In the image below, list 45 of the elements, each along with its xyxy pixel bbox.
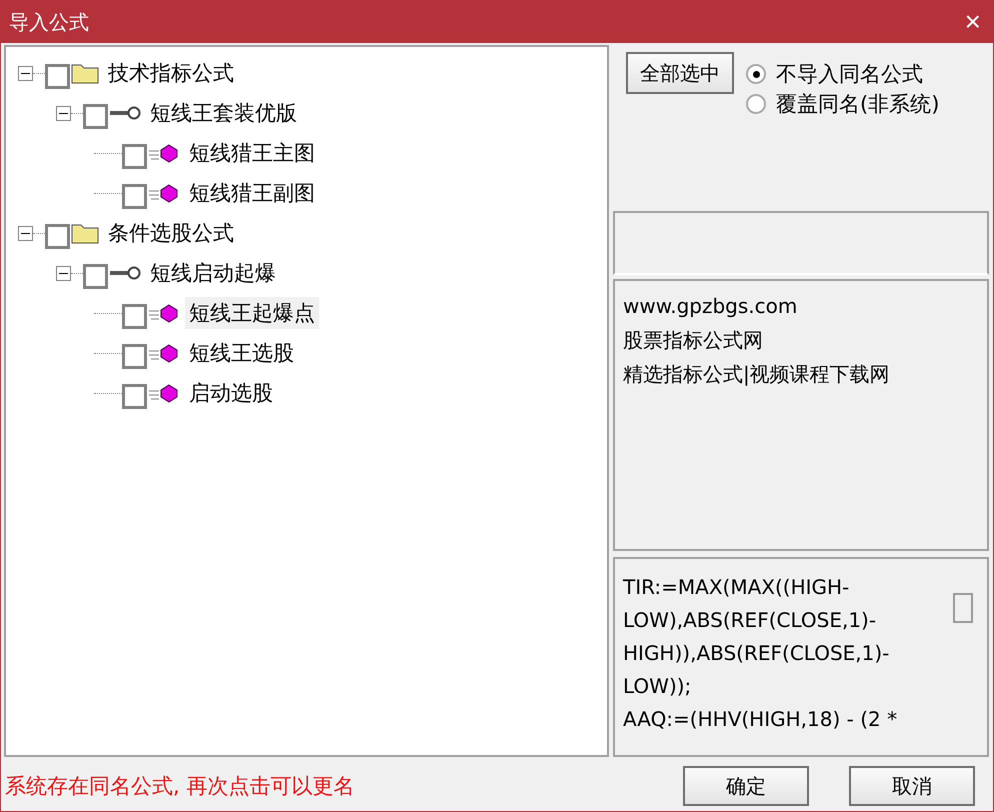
checkbox[interactable] (83, 104, 108, 128)
collapse-toggle[interactable] (56, 106, 71, 120)
tree-item[interactable]: 技术指标公式 (104, 57, 238, 89)
window-title: 导入公式 (9, 8, 89, 36)
description-line: 精选指标公式|视频课程下载网 (623, 361, 891, 388)
collapse-toggle[interactable] (18, 66, 33, 80)
formula-line: LOW),ABS(REF(CLOSE,1)- (623, 607, 878, 634)
folder-icon (70, 222, 100, 244)
tree-item[interactable]: 条件选股公式 (104, 217, 238, 249)
checkbox[interactable] (45, 64, 70, 88)
formula-line: LOW)); (623, 673, 692, 700)
collapse-toggle[interactable] (56, 266, 71, 280)
select-all-button[interactable]: 全部选中 (626, 52, 734, 94)
formula-line: TIR:=MAX(MAX((HIGH- (623, 574, 850, 601)
option-label: 不导入同名公式 (776, 61, 923, 88)
scroll-thumb[interactable] (953, 593, 973, 623)
radio-button[interactable] (746, 94, 766, 114)
tree-item[interactable]: 启动选股 (185, 377, 277, 409)
key-icon (108, 105, 142, 121)
folder-icon (70, 62, 100, 84)
formula-line: AAQ:=(HHV(HIGH,18) - (2 * (623, 706, 898, 733)
checkbox[interactable] (45, 224, 70, 248)
tree-item[interactable]: 短线猎王副图 (185, 177, 319, 209)
status-message: 系统存在同名公式, 再次点击可以更名 (5, 773, 354, 800)
collapse-toggle[interactable] (18, 226, 33, 240)
tree-item[interactable]: 短线王套装优版 (146, 97, 301, 129)
tree-item[interactable]: 短线猎王主图 (185, 137, 319, 169)
radio-button[interactable] (746, 64, 766, 84)
tree-item[interactable]: 短线王选股 (185, 337, 298, 369)
tree-item[interactable]: 短线启动起爆 (146, 257, 280, 289)
tree-item[interactable]: 短线王起爆点 (185, 297, 319, 329)
checkbox[interactable] (122, 384, 147, 408)
option-label: 覆盖同名(非系统) (776, 91, 940, 118)
checkbox[interactable] (122, 144, 147, 168)
checkbox[interactable] (122, 304, 147, 328)
close-button[interactable]: × (960, 8, 985, 36)
formula-line: HIGH)),ABS(REF(CLOSE,1)- (623, 640, 890, 667)
checkbox[interactable] (83, 264, 108, 288)
key-icon (108, 265, 142, 281)
dialog-button[interactable]: 取消 (849, 766, 975, 806)
description-line: www.gpzbgs.com (623, 293, 798, 320)
checkbox[interactable] (122, 344, 147, 368)
description-line: 股票指标公式网 (623, 327, 764, 354)
dialog-button[interactable]: 确定 (683, 766, 809, 806)
checkbox[interactable] (122, 184, 147, 208)
